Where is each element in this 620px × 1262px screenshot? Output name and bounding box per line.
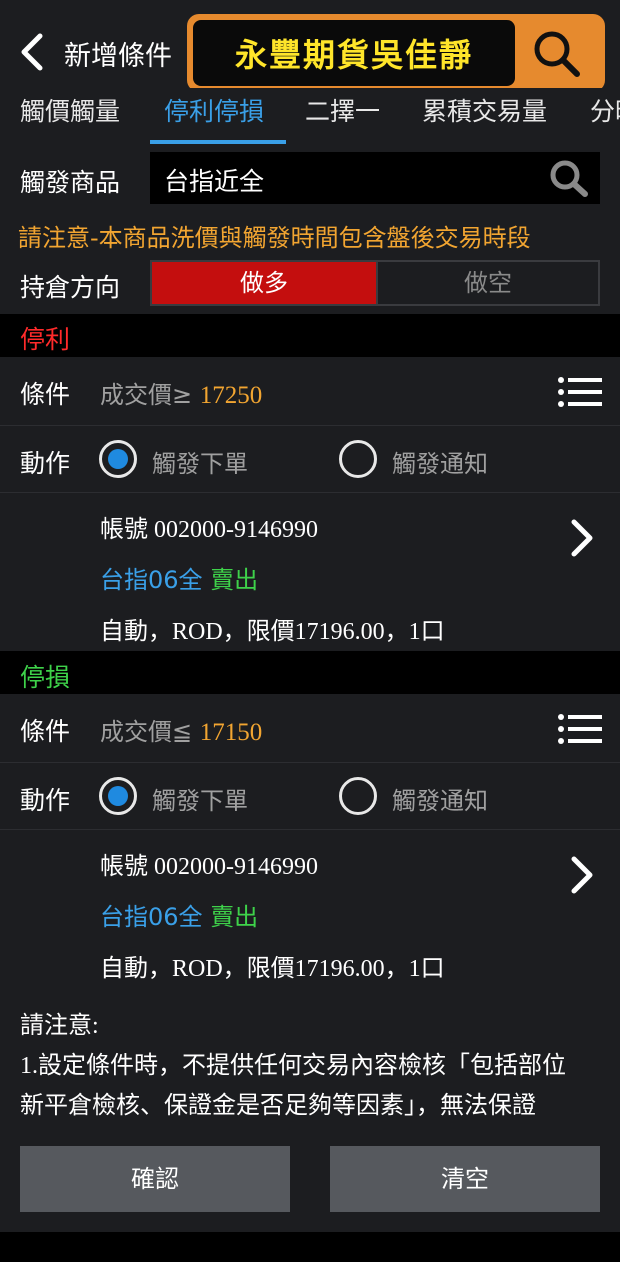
- order-summary: 自動，ROD，限價17196.00，1口: [100, 956, 445, 982]
- session-notice: 請注意-本商品洗價與觸發時間包含盤後交易時段: [18, 224, 531, 252]
- product-row: 觸發商品 台指近全: [0, 144, 620, 212]
- brand-banner[interactable]: 永豐期貨吳佳靜: [187, 14, 605, 92]
- list-menu-icon[interactable]: [558, 377, 602, 407]
- account-number: 帳號 002000-9146990: [100, 517, 318, 543]
- page-title: 新增條件: [64, 41, 172, 72]
- direction-long-button[interactable]: 做多: [152, 262, 376, 304]
- take-profit-condition-row[interactable]: 條件 成交價≥ 17250: [0, 357, 620, 425]
- tab-cumulative-volume[interactable]: 累積交易量: [422, 88, 547, 144]
- notes-title: 請注意:: [20, 1013, 99, 1039]
- tab-either-or[interactable]: 二擇一: [305, 88, 380, 144]
- take-profit-action-row: 動作 觸發下單 觸發通知: [0, 426, 620, 492]
- notes-line-2: 新平倉檢核、保證金是否足夠等因素」，無法保證: [20, 1093, 536, 1119]
- notes-line-1: 1.設定條件時，不提供任何交易內容檢核「包括部位: [20, 1053, 566, 1079]
- condition-text: 成交價≥ 17250: [100, 375, 262, 410]
- product-search-icon[interactable]: [548, 158, 590, 202]
- top-bar: 新增條件 永豐期貨吳佳靜: [0, 0, 620, 92]
- order-side: 賣出: [210, 566, 259, 594]
- stop-loss-action-row: 動作 觸發下單 觸發通知: [0, 763, 620, 829]
- tab-bar: 觸價觸量 停利停損 二擇一 累積交易量 分時: [0, 88, 620, 144]
- condition-label: 條件: [20, 380, 71, 409]
- back-icon[interactable]: [14, 30, 50, 74]
- product-input[interactable]: 台指近全: [150, 152, 600, 204]
- radio-trigger-notify-label[interactable]: 觸發通知: [392, 444, 488, 479]
- order-summary: 自動，ROD，限價17196.00，1口: [100, 619, 445, 645]
- chevron-right-icon[interactable]: [568, 855, 596, 895]
- condition-value: 17250: [199, 382, 263, 409]
- radio-trigger-order-label[interactable]: 觸發下單: [152, 444, 248, 479]
- search-icon[interactable]: [520, 23, 594, 85]
- brand-name: 永豐期貨吳佳靜: [193, 20, 515, 86]
- condition-label: 條件: [20, 717, 71, 746]
- account-number: 帳號 002000-9146990: [100, 854, 318, 880]
- radio-trigger-order[interactable]: [99, 777, 137, 815]
- take-profit-order-detail[interactable]: 帳號 002000-9146990 台指06全 賣出 自動，ROD，限價1719…: [0, 493, 620, 651]
- take-profit-heading: 停利: [20, 325, 71, 354]
- stop-loss-heading: 停損: [20, 663, 71, 692]
- stop-loss-condition-row[interactable]: 條件 成交價≦ 17150: [0, 694, 620, 762]
- condition-value: 17150: [199, 719, 263, 746]
- tab-time-share[interactable]: 分時: [590, 88, 620, 144]
- order-product: 台指06全 賣出: [100, 897, 258, 932]
- radio-trigger-notify[interactable]: [339, 777, 377, 815]
- tab-touch-price[interactable]: 觸價觸量: [20, 88, 120, 144]
- product-label: 觸發商品: [20, 168, 121, 197]
- confirm-button[interactable]: 確認: [20, 1146, 290, 1212]
- order-product: 台指06全 賣出: [100, 560, 258, 595]
- condition-prefix: 成交價≥: [100, 381, 193, 409]
- chevron-right-icon[interactable]: [568, 518, 596, 558]
- direction-short-button[interactable]: 做空: [376, 262, 598, 304]
- action-label: 動作: [20, 449, 71, 478]
- direction-label: 持倉方向: [20, 273, 121, 302]
- radio-trigger-order-label[interactable]: 觸發下單: [152, 781, 248, 816]
- list-menu-icon[interactable]: [558, 714, 602, 744]
- product-name: 台指06全: [100, 903, 203, 931]
- action-label: 動作: [20, 786, 71, 815]
- condition-prefix: 成交價≦: [100, 718, 193, 746]
- radio-trigger-notify-label[interactable]: 觸發通知: [392, 781, 488, 816]
- radio-trigger-notify[interactable]: [339, 440, 377, 478]
- condition-text: 成交價≦ 17150: [100, 712, 262, 747]
- order-side: 賣出: [210, 903, 259, 931]
- clear-button[interactable]: 清空: [330, 1146, 600, 1212]
- direction-toggle: 做多 做空: [150, 260, 600, 306]
- product-name: 台指06全: [100, 566, 203, 594]
- product-value: 台指近全: [164, 167, 265, 196]
- notes-block: 請注意: 1.設定條件時，不提供任何交易內容檢核「包括部位 新平倉檢核、保證金是…: [20, 1006, 610, 1126]
- radio-trigger-order[interactable]: [99, 440, 137, 478]
- tab-take-profit-stop-loss[interactable]: 停利停損: [164, 88, 264, 144]
